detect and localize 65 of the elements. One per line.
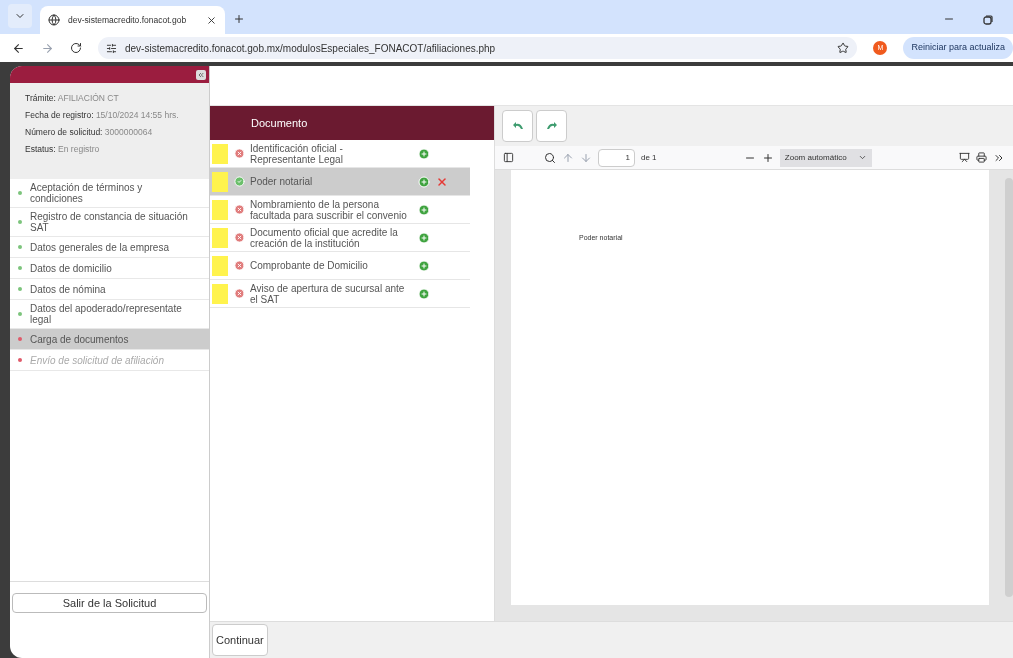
forward-icon[interactable]	[41, 41, 54, 55]
check-icon	[233, 176, 245, 187]
globe-icon	[48, 14, 60, 26]
page-count: de 1	[641, 151, 657, 164]
document-name: Poder notarial	[250, 176, 314, 187]
search-icon[interactable]	[544, 151, 556, 164]
exit-button[interactable]: Salir de la Solicitud	[12, 593, 207, 613]
add-icon[interactable]	[418, 203, 430, 216]
close-icon[interactable]	[206, 14, 217, 26]
tab-title: dev-sistemacredito.fonacot.gob	[68, 13, 188, 27]
rotate-left-icon	[545, 122, 558, 130]
error-icon	[233, 288, 245, 299]
address-bar[interactable]: dev-sistemacredito.fonacot.gob.mx/modulosEspeciales_FONACOT/afiliaciones.php	[98, 37, 858, 59]
add-icon[interactable]	[418, 147, 430, 160]
rotate-right-icon	[511, 122, 524, 130]
page-number-field[interactable]: 1	[598, 148, 635, 167]
zoom-select[interactable]: Zoom automático	[779, 148, 872, 167]
zoom-in-icon[interactable]	[761, 151, 774, 164]
row-marker	[212, 227, 228, 248]
site-settings-icon	[106, 42, 117, 54]
step-item[interactable]: Carga de documentos	[10, 329, 209, 350]
previous-page-icon[interactable]	[562, 151, 574, 164]
document-row[interactable]: Poder notarial	[210, 168, 470, 196]
double-chevron-left-icon	[197, 70, 205, 79]
reload-icon[interactable]	[70, 42, 82, 54]
document-name: Nombramiento de la persona facultada para suscribir el convenio	[250, 198, 408, 221]
next-page-icon[interactable]	[580, 151, 592, 164]
sidebar-toggle-icon[interactable]	[503, 152, 514, 163]
info-line: Número de solicitud: 3000000064	[25, 126, 154, 139]
add-icon[interactable]	[418, 175, 430, 188]
collapse-button[interactable]	[196, 69, 206, 80]
rotate-left-button[interactable]	[536, 110, 567, 142]
new-tab-icon[interactable]	[233, 13, 245, 25]
rotate-right-button[interactable]	[502, 110, 533, 142]
presentation-icon[interactable]	[959, 152, 970, 163]
column-header: Documento	[251, 115, 308, 131]
document-name: Documento oficial que acredite la creación de la institución	[250, 226, 399, 249]
delete-icon[interactable]	[436, 175, 448, 188]
restore-icon[interactable]	[983, 15, 993, 25]
row-marker	[212, 199, 228, 220]
row-marker	[212, 143, 228, 164]
continue-button[interactable]: Continuar	[212, 624, 268, 656]
error-icon	[233, 260, 245, 271]
info-line: Trámite: AFILIACIÓN CT	[25, 92, 120, 105]
chevron-down-icon	[857, 153, 867, 162]
info-line: Fecha de registro: 15/10/2024 14:55 hrs.	[25, 109, 180, 122]
row-marker	[212, 283, 228, 304]
bookmark-star-icon[interactable]	[837, 42, 850, 54]
browser-tab[interactable]: dev-sistemacredito.fonacot.gob	[40, 6, 225, 34]
error-icon	[233, 204, 245, 215]
document-name: Aviso de apertura de sucursal ante el SAT	[250, 282, 406, 305]
document-name: Comprobante de Domicilio	[250, 260, 369, 271]
info-line: Estatus: En registro	[25, 143, 101, 156]
update-button[interactable]: Reiniciar para actualiza	[903, 37, 1013, 59]
row-marker	[212, 255, 228, 276]
error-icon	[233, 148, 245, 159]
print-icon[interactable]	[976, 152, 987, 163]
error-icon	[233, 232, 245, 243]
add-icon[interactable]	[418, 259, 430, 272]
add-icon[interactable]	[418, 231, 430, 244]
row-marker	[212, 171, 228, 192]
back-icon[interactable]	[12, 41, 25, 55]
document-name: Identificación oficial - Representante Legal	[250, 142, 344, 165]
tab-search-button[interactable]	[8, 4, 32, 28]
add-icon[interactable]	[418, 287, 430, 300]
